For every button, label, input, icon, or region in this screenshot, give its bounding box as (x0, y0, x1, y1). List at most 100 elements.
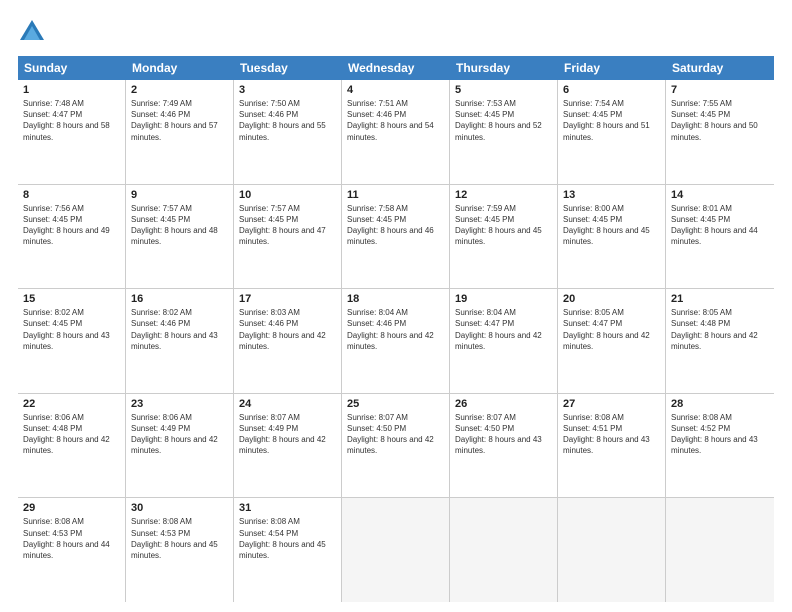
table-row: 1 Sunrise: 7:48 AMSunset: 4:47 PMDaylight… (18, 80, 126, 184)
table-row: 27 Sunrise: 8:08 AMSunset: 4:51 PMDayligh… (558, 394, 666, 498)
day-info: Sunrise: 8:00 AMSunset: 4:45 PMDaylight:… (563, 203, 660, 248)
day-number: 30 (131, 502, 228, 514)
table-row: 4Sunrise: 7:51 AMSunset: 4:46 PMDaylight… (342, 80, 450, 184)
table-row: 14 Sunrise: 8:01 AMSunset: 4:45 PMDayligh… (666, 185, 774, 289)
day-number: 24 (239, 398, 336, 410)
table-row (450, 498, 558, 602)
day-number: 25 (347, 398, 444, 410)
day-info: Sunrise: 7:57 AMSunset: 4:45 PMDaylight:… (239, 203, 336, 248)
page: SundayMondayTuesdayWednesdayThursdayFrid… (0, 0, 792, 612)
day-number: 3 (239, 84, 336, 96)
day-number: 11 (347, 189, 444, 201)
calendar: SundayMondayTuesdayWednesdayThursdayFrid… (18, 56, 774, 602)
day-number: 1 (23, 84, 120, 96)
day-info: Sunrise: 7:50 AMSunset: 4:46 PMDaylight:… (239, 98, 336, 143)
day-info: Sunrise: 7:58 AMSunset: 4:45 PMDaylight:… (347, 203, 444, 248)
day-number: 15 (23, 293, 120, 305)
day-number: 6 (563, 84, 660, 96)
day-number: 29 (23, 502, 120, 514)
week-row-3: 15 Sunrise: 8:02 AMSunset: 4:45 PMDayligh… (18, 289, 774, 394)
header-day-thursday: Thursday (450, 56, 558, 80)
logo-icon (18, 18, 46, 46)
table-row: 5 Sunrise: 7:53 AMSunset: 4:45 PMDaylight… (450, 80, 558, 184)
day-info: Sunrise: 7:57 AMSunset: 4:45 PMDaylight:… (131, 203, 228, 248)
day-number: 16 (131, 293, 228, 305)
table-row: 24 Sunrise: 8:07 AMSunset: 4:49 PMDayligh… (234, 394, 342, 498)
day-number: 10 (239, 189, 336, 201)
table-row: 6Sunrise: 7:54 AMSunset: 4:45 PMDaylight… (558, 80, 666, 184)
day-number: 28 (671, 398, 769, 410)
week-row-4: 22 Sunrise: 8:06 AMSunset: 4:48 PMDayligh… (18, 394, 774, 499)
day-number: 8 (23, 189, 120, 201)
table-row: 26 Sunrise: 8:07 AMSunset: 4:50 PMDayligh… (450, 394, 558, 498)
table-row: 29 Sunrise: 8:08 AMSunset: 4:53 PMDayligh… (18, 498, 126, 602)
day-info: Sunrise: 8:02 AMSunset: 4:45 PMDaylight:… (23, 307, 120, 352)
day-number: 27 (563, 398, 660, 410)
day-info: Sunrise: 7:55 AMSunset: 4:45 PMDaylight:… (671, 98, 769, 143)
day-number: 17 (239, 293, 336, 305)
day-number: 13 (563, 189, 660, 201)
day-number: 18 (347, 293, 444, 305)
day-info: Sunrise: 8:08 AMSunset: 4:53 PMDaylight:… (23, 516, 120, 561)
table-row: 30 Sunrise: 8:08 AMSunset: 4:53 PMDayligh… (126, 498, 234, 602)
day-info: Sunrise: 8:03 AMSunset: 4:46 PMDaylight:… (239, 307, 336, 352)
table-row: 23Sunrise: 8:06 AMSunset: 4:49 PMDayligh… (126, 394, 234, 498)
day-info: Sunrise: 8:07 AMSunset: 4:49 PMDaylight:… (239, 412, 336, 457)
table-row: 28 Sunrise: 8:08 AMSunset: 4:52 PMDayligh… (666, 394, 774, 498)
day-info: Sunrise: 7:59 AMSunset: 4:45 PMDaylight:… (455, 203, 552, 248)
day-number: 12 (455, 189, 552, 201)
day-info: Sunrise: 8:08 AMSunset: 4:51 PMDaylight:… (563, 412, 660, 457)
table-row: 21 Sunrise: 8:05 AMSunset: 4:48 PMDayligh… (666, 289, 774, 393)
table-row: 15 Sunrise: 8:02 AMSunset: 4:45 PMDayligh… (18, 289, 126, 393)
day-number: 21 (671, 293, 769, 305)
day-info: Sunrise: 8:04 AMSunset: 4:46 PMDaylight:… (347, 307, 444, 352)
table-row: 12 Sunrise: 7:59 AMSunset: 4:45 PMDayligh… (450, 185, 558, 289)
table-row (342, 498, 450, 602)
calendar-body: 1 Sunrise: 7:48 AMSunset: 4:47 PMDaylight… (18, 80, 774, 602)
day-number: 19 (455, 293, 552, 305)
table-row: 11 Sunrise: 7:58 AMSunset: 4:45 PMDayligh… (342, 185, 450, 289)
table-row (666, 498, 774, 602)
week-row-2: 8 Sunrise: 7:56 AMSunset: 4:45 PMDaylight… (18, 185, 774, 290)
day-info: Sunrise: 8:05 AMSunset: 4:48 PMDaylight:… (671, 307, 769, 352)
day-info: Sunrise: 7:49 AMSunset: 4:46 PMDaylight:… (131, 98, 228, 143)
table-row: 22 Sunrise: 8:06 AMSunset: 4:48 PMDayligh… (18, 394, 126, 498)
header-day-sunday: Sunday (18, 56, 126, 80)
day-number: 7 (671, 84, 769, 96)
table-row: 17 Sunrise: 8:03 AMSunset: 4:46 PMDayligh… (234, 289, 342, 393)
day-info: Sunrise: 7:53 AMSunset: 4:45 PMDaylight:… (455, 98, 552, 143)
day-info: Sunrise: 8:06 AMSunset: 4:48 PMDaylight:… (23, 412, 120, 457)
day-info: Sunrise: 8:08 AMSunset: 4:53 PMDaylight:… (131, 516, 228, 561)
day-number: 14 (671, 189, 769, 201)
day-info: Sunrise: 8:01 AMSunset: 4:45 PMDaylight:… (671, 203, 769, 248)
week-row-1: 1 Sunrise: 7:48 AMSunset: 4:47 PMDaylight… (18, 80, 774, 185)
day-number: 22 (23, 398, 120, 410)
day-info: Sunrise: 8:07 AMSunset: 4:50 PMDaylight:… (347, 412, 444, 457)
header-day-friday: Friday (558, 56, 666, 80)
day-info: Sunrise: 7:56 AMSunset: 4:45 PMDaylight:… (23, 203, 120, 248)
table-row: 8 Sunrise: 7:56 AMSunset: 4:45 PMDaylight… (18, 185, 126, 289)
day-info: Sunrise: 7:51 AMSunset: 4:46 PMDaylight:… (347, 98, 444, 143)
table-row: 3 Sunrise: 7:50 AMSunset: 4:46 PMDaylight… (234, 80, 342, 184)
day-info: Sunrise: 8:08 AMSunset: 4:52 PMDaylight:… (671, 412, 769, 457)
day-info: Sunrise: 7:48 AMSunset: 4:47 PMDaylight:… (23, 98, 120, 143)
day-info: Sunrise: 8:04 AMSunset: 4:47 PMDaylight:… (455, 307, 552, 352)
table-row: 7 Sunrise: 7:55 AMSunset: 4:45 PMDaylight… (666, 80, 774, 184)
table-row: 25 Sunrise: 8:07 AMSunset: 4:50 PMDayligh… (342, 394, 450, 498)
day-number: 26 (455, 398, 552, 410)
table-row: 13 Sunrise: 8:00 AMSunset: 4:45 PMDayligh… (558, 185, 666, 289)
table-row: 20 Sunrise: 8:05 AMSunset: 4:47 PMDayligh… (558, 289, 666, 393)
day-number: 5 (455, 84, 552, 96)
table-row: 31Sunrise: 8:08 AMSunset: 4:54 PMDayligh… (234, 498, 342, 602)
header-day-wednesday: Wednesday (342, 56, 450, 80)
day-info: Sunrise: 8:02 AMSunset: 4:46 PMDaylight:… (131, 307, 228, 352)
table-row: 10 Sunrise: 7:57 AMSunset: 4:45 PMDayligh… (234, 185, 342, 289)
table-row: 2Sunrise: 7:49 AMSunset: 4:46 PMDaylight… (126, 80, 234, 184)
day-info: Sunrise: 8:05 AMSunset: 4:47 PMDaylight:… (563, 307, 660, 352)
day-number: 20 (563, 293, 660, 305)
day-info: Sunrise: 8:07 AMSunset: 4:50 PMDaylight:… (455, 412, 552, 457)
table-row: 18 Sunrise: 8:04 AMSunset: 4:46 PMDayligh… (342, 289, 450, 393)
day-info: Sunrise: 8:08 AMSunset: 4:54 PMDaylight:… (239, 516, 336, 561)
header (18, 18, 774, 46)
header-day-tuesday: Tuesday (234, 56, 342, 80)
